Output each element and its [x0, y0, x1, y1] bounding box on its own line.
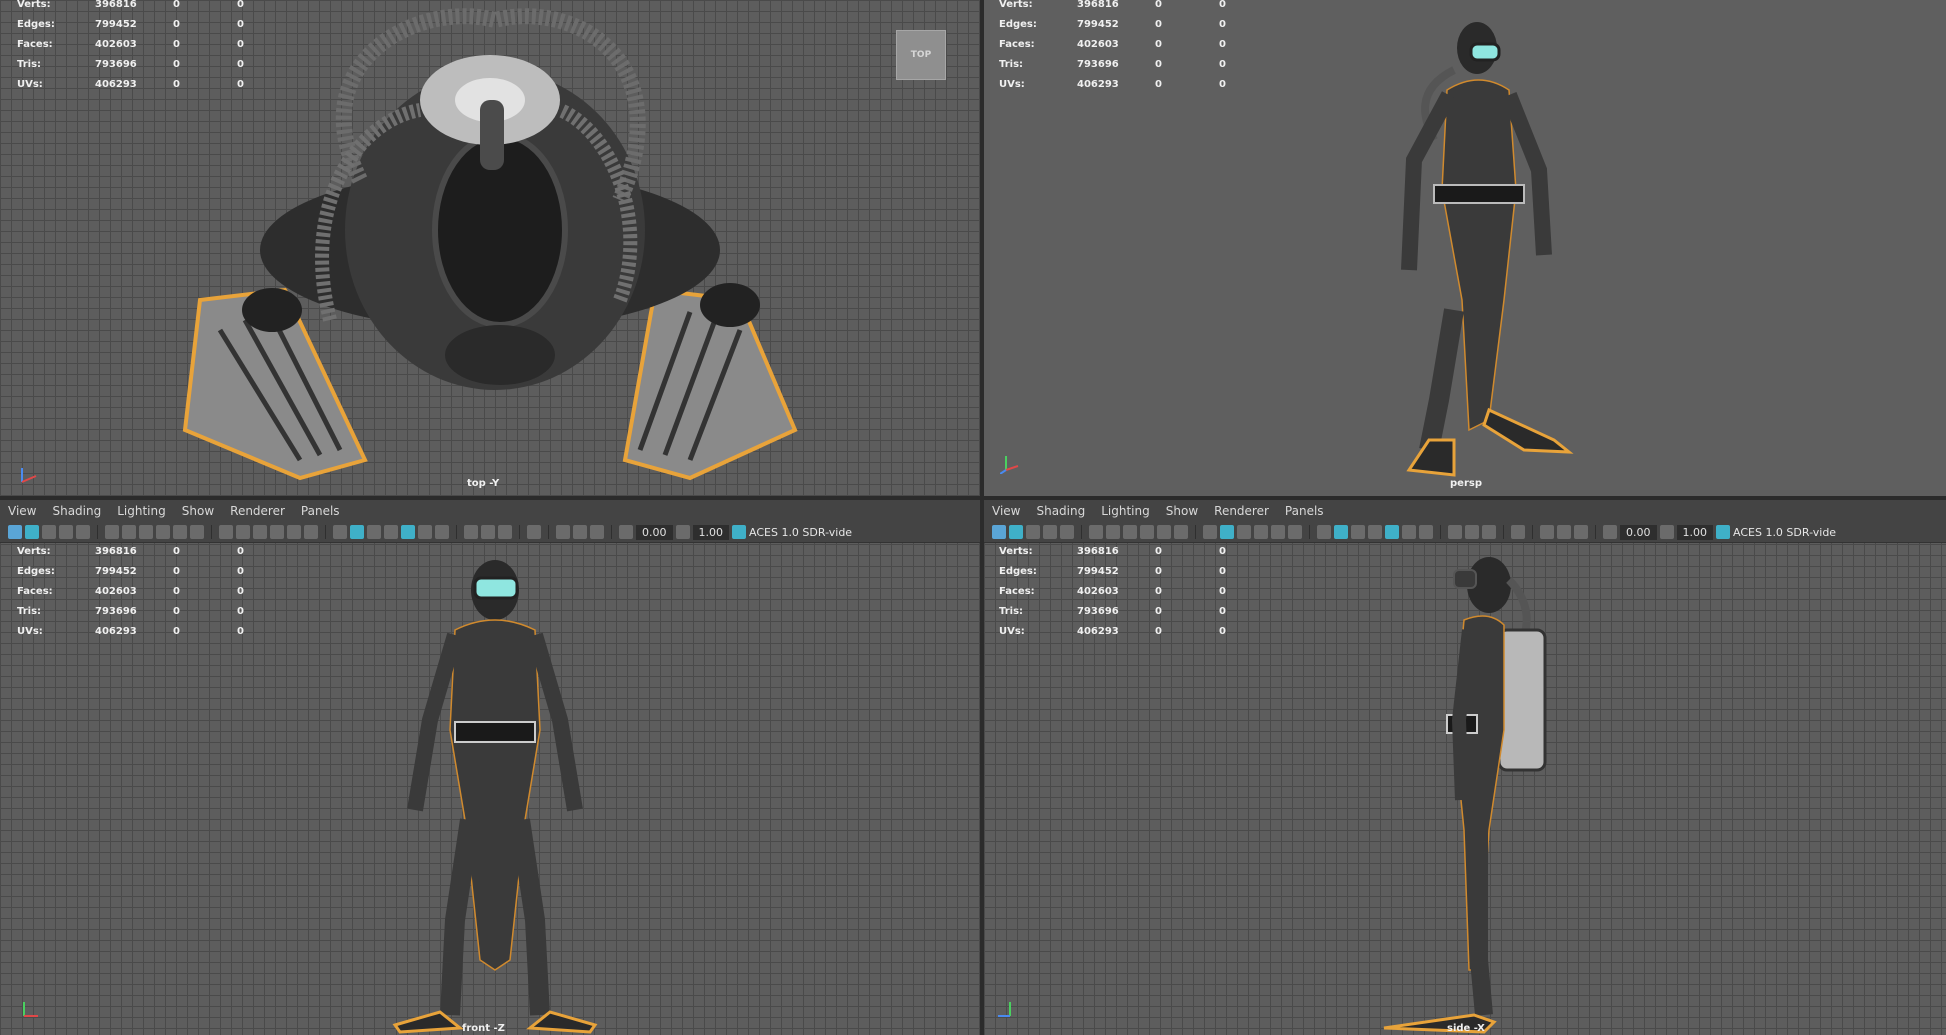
- maya-viewports: Verts: 396816 0 0 Edges: 799452 0 0 Faces: 4026…: [0, 0, 1946, 1035]
- camera-label: front -Z: [462, 1023, 505, 1034]
- pane-divider-horizontal[interactable]: [0, 496, 1946, 500]
- camera-label: top -Y: [467, 478, 500, 489]
- viewport-side[interactable]: View Shading Lighting Show Renderer Pane…: [984, 500, 1946, 1035]
- viewport-persp[interactable]: Verts: 396816 0 0 Edges: 799452 0 0 Faces: 4026…: [984, 0, 1946, 496]
- diver-model-front[interactable]: [0, 500, 980, 1035]
- axis-gizmo: [998, 1002, 1011, 1017]
- axis-gizmo: [1000, 456, 1019, 474]
- diver-model-side[interactable]: [984, 500, 1946, 1035]
- camera-label: side -X: [1447, 1023, 1485, 1034]
- viewport-front[interactable]: View Shading Lighting Show Renderer Pane…: [0, 500, 980, 1035]
- camera-label: persp: [1450, 478, 1482, 489]
- pane-divider-vertical[interactable]: [980, 0, 984, 1035]
- axis-gizmo: [21, 468, 37, 483]
- viewport-top[interactable]: Verts: 396816 0 0 Edges: 799452 0 0 Faces: 4026…: [0, 0, 980, 496]
- diver-model-persp[interactable]: [984, 0, 1946, 496]
- diver-model-top[interactable]: [0, 0, 980, 496]
- axis-gizmo: [23, 1002, 38, 1017]
